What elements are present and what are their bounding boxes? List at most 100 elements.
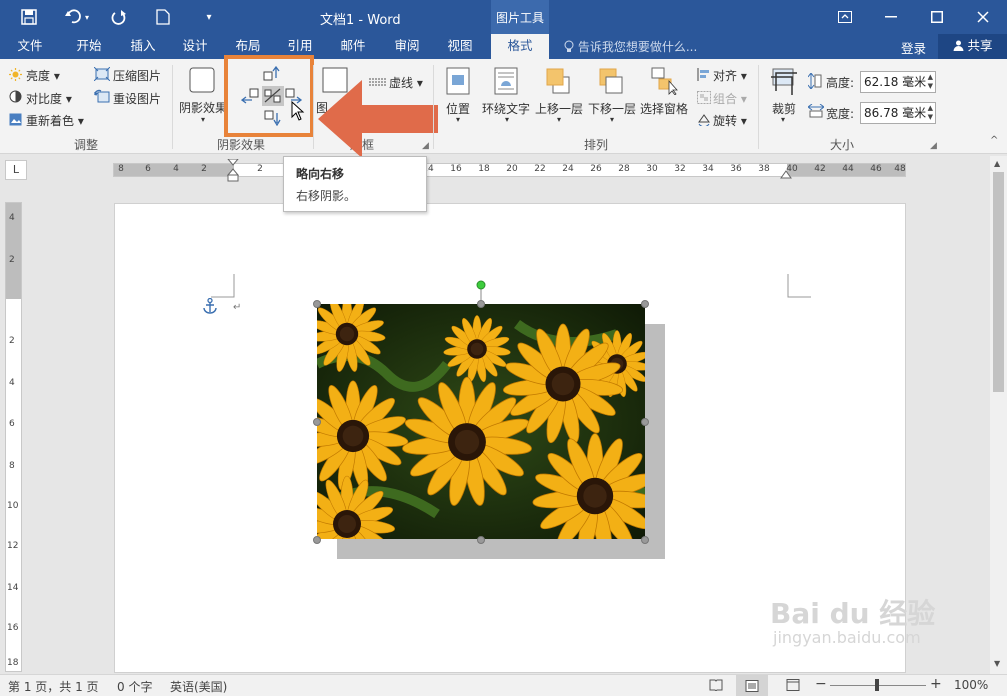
ruler-number: 36	[730, 164, 742, 174]
web-layout-icon[interactable]	[786, 679, 800, 694]
wrap-text-dropdown-icon[interactable]: ▾	[505, 115, 509, 124]
scrollbar-thumb[interactable]	[993, 172, 1004, 392]
tooltip-description: 右移阴影。	[296, 189, 357, 203]
close-icon[interactable]	[960, 0, 1006, 34]
position-dropdown-icon[interactable]: ▾	[456, 115, 460, 124]
align-button[interactable]: 对齐 ▾	[713, 67, 747, 84]
ruler-number: 42	[814, 164, 826, 174]
print-layout-icon[interactable]	[736, 675, 768, 696]
selection-handles[interactable]	[310, 279, 652, 547]
size-dialog-launcher-icon[interactable]: ◢	[930, 141, 937, 151]
ruler-number: 2	[257, 164, 263, 174]
document-page[interactable]: ↵ Bai du 经验 jingyan.baidu.com	[114, 203, 935, 673]
ruler-number: 4	[173, 164, 179, 174]
ruler-number: 4	[9, 378, 15, 388]
word-count[interactable]: 0 个字	[117, 678, 152, 695]
ruler-number: 2	[9, 255, 15, 265]
recolor-button[interactable]: 重新着色 ▾	[26, 112, 84, 129]
scroll-up-icon[interactable]: ▲	[994, 159, 1000, 168]
rotate-button[interactable]: 旋转 ▾	[713, 112, 747, 129]
width-spinner[interactable]: ▲ ▼	[928, 104, 933, 122]
ruler-number: 16	[450, 164, 462, 174]
vertical-scrollbar[interactable]: ▲ ▼	[990, 156, 1007, 674]
tab-home[interactable]: 开始	[66, 34, 112, 59]
language-status[interactable]: 英语(美国)	[170, 678, 227, 695]
size-group-label: 大小	[830, 138, 855, 152]
ruler-number: 6	[9, 419, 15, 429]
tab-insert[interactable]: 插入	[120, 34, 166, 59]
status-bar: 第 1 页，共 1 页 0 个字 英语(美国) − + 100%	[0, 674, 1007, 696]
undo-icon[interactable]: ▾	[60, 6, 94, 28]
brightness-icon	[9, 68, 22, 84]
maximize-icon[interactable]	[914, 0, 960, 34]
ruler-number: 2	[9, 336, 15, 346]
tooltip: 略向右移 右移阴影。	[283, 156, 427, 212]
height-spinner[interactable]: ▲ ▼	[928, 73, 933, 91]
ruler-number: 26	[590, 164, 602, 174]
selection-pane-icon	[651, 67, 679, 98]
first-line-indent-marker[interactable]	[226, 158, 240, 186]
new-document-icon[interactable]	[152, 6, 174, 28]
compress-pictures-button[interactable]: 压缩图片	[113, 67, 161, 84]
customize-toolbar-icon[interactable]: ▾	[200, 6, 218, 28]
height-input[interactable]: 62.18 毫米 ▲ ▼	[860, 71, 936, 93]
bring-forward-icon	[545, 67, 571, 98]
share-button[interactable]: 共享	[938, 34, 1007, 59]
collapse-ribbon-icon[interactable]: ^	[990, 135, 998, 146]
ribbon-display-options-icon[interactable]	[822, 0, 868, 34]
tell-me-box[interactable]: 告诉我您想要做什么...	[564, 38, 697, 55]
ribbon-format: 亮度 ▾ 对比度 ▾ 重新着色 ▾ 压缩图片 重设图片 调整 阴影效果 ▾ 阴影…	[0, 55, 1007, 158]
group-divider	[433, 65, 434, 149]
ruler-number: 38	[758, 164, 770, 174]
crop-dropdown-icon[interactable]: ▾	[781, 115, 785, 124]
zoom-out-icon[interactable]: −	[815, 676, 827, 692]
vertical-ruler[interactable]: 4 2 2 4 6 8 10 12 14 16 18	[5, 202, 22, 672]
contrast-button[interactable]: 对比度 ▾	[26, 90, 72, 107]
group-objects-icon	[697, 91, 711, 107]
horizontal-ruler[interactable]: 8 6 4 2 2 14 16 18 20 22 24 26 28 30 32 …	[113, 158, 906, 182]
tab-file[interactable]: 文件	[8, 34, 52, 59]
margin-corner-mark	[211, 274, 235, 298]
margin-corner-mark	[787, 274, 811, 298]
minimize-icon[interactable]	[868, 0, 914, 34]
group-objects-button[interactable]: 组合 ▾	[713, 90, 747, 107]
bring-forward-dropdown-icon[interactable]: ▾	[557, 115, 561, 124]
width-input[interactable]: 86.78 毫米 ▲ ▼	[860, 102, 936, 124]
ruler-number: 8	[118, 164, 124, 174]
rotate-icon	[697, 113, 711, 129]
ruler-number: 48	[894, 164, 906, 174]
anchor-icon	[203, 298, 217, 314]
save-icon[interactable]	[18, 6, 40, 28]
zoom-slider-thumb[interactable]	[875, 679, 879, 691]
zoom-in-icon[interactable]: +	[930, 676, 942, 692]
ribbon-tabs: 文件 开始 插入 设计 布局 引用 邮件 审阅 视图 格式 告诉我您想要做什么.…	[0, 34, 1007, 60]
send-backward-dropdown-icon[interactable]: ▾	[610, 115, 614, 124]
tab-format[interactable]: 格式	[491, 34, 549, 60]
selection-pane-button[interactable]: 选择窗格	[640, 100, 688, 117]
read-mode-icon[interactable]	[709, 679, 723, 694]
reset-picture-button[interactable]: 重设图片	[113, 90, 161, 107]
tab-view[interactable]: 视图	[437, 34, 483, 59]
baidu-watermark: Bai du 经验	[770, 597, 936, 630]
sign-in-link[interactable]: 登录	[901, 38, 926, 57]
scroll-down-icon[interactable]: ▼	[994, 659, 1000, 668]
page-count[interactable]: 第 1 页，共 1 页	[8, 678, 99, 695]
window-title: 文档1 - Word	[320, 13, 401, 28]
shadow-effects-button[interactable]: 阴影效果	[179, 99, 227, 116]
paragraph-mark: ↵	[233, 302, 242, 313]
brightness-button[interactable]: 亮度 ▾	[26, 67, 60, 84]
zoom-level[interactable]: 100%	[954, 678, 988, 692]
tab-design[interactable]: 设计	[172, 34, 218, 59]
ruler-number: 4	[9, 213, 15, 223]
title-bar: ▾ ▾ 文档1 - Word 图片工具	[0, 0, 1007, 34]
lightbulb-icon	[564, 40, 578, 54]
right-indent-marker[interactable]	[780, 168, 792, 182]
ruler-number: 46	[870, 164, 882, 174]
tab-selector[interactable]: L	[5, 160, 27, 180]
ruler-number: 14	[7, 583, 19, 593]
tab-review[interactable]: 审阅	[384, 34, 430, 59]
tab-mailings[interactable]: 邮件	[330, 34, 376, 59]
shadow-effects-dropdown-icon[interactable]: ▾	[201, 115, 205, 124]
redo-icon[interactable]	[108, 6, 130, 28]
picture-tools-label: 图片工具	[491, 0, 549, 34]
